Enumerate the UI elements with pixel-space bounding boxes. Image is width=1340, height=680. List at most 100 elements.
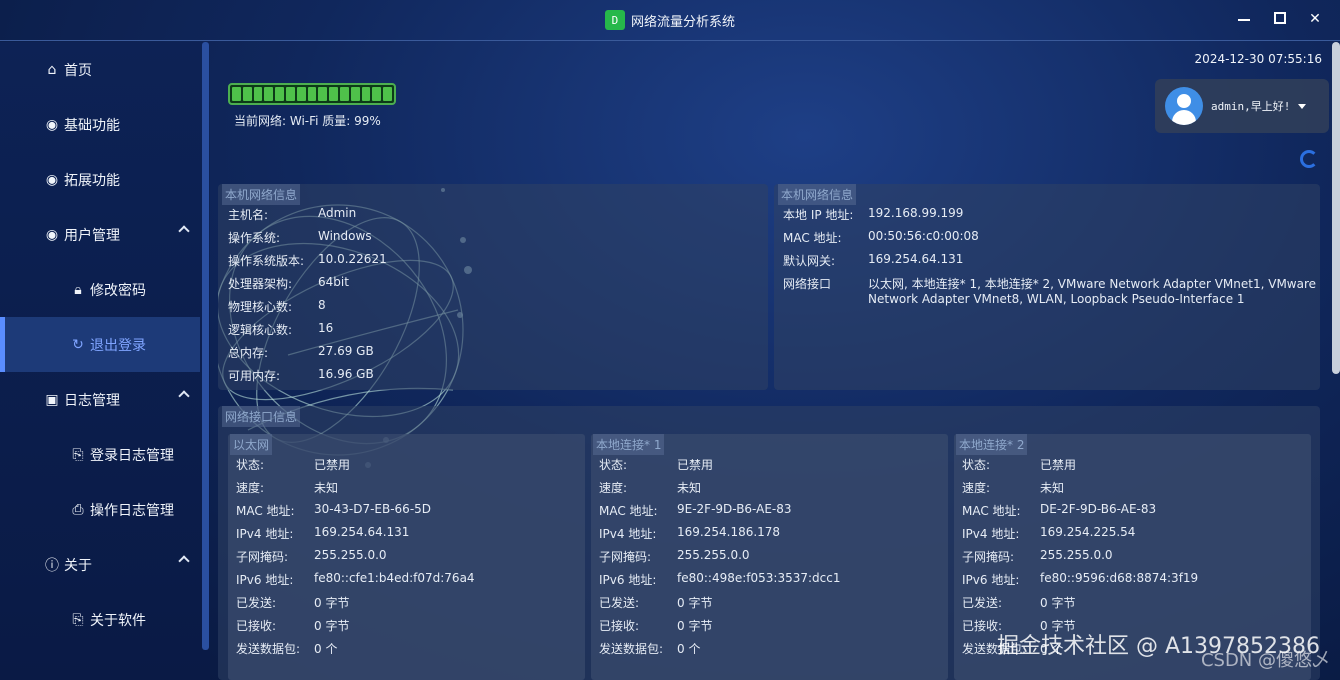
info-row: 发送数据包: 0 个: [236, 640, 337, 657]
info-row: 操作系统版本: 10.0.22621: [228, 252, 387, 269]
home-icon: ⌂: [47, 61, 57, 78]
info-key: 操作系统:: [228, 231, 281, 245]
info-row: IPv4 地址: 169.254.64.131: [236, 525, 409, 542]
sidebar-item-label: 退出登录: [90, 337, 146, 354]
doc-login-icon: ⎘: [72, 611, 84, 628]
info-key: 子网掩码:: [962, 550, 1015, 564]
info-key: 子网掩码:: [599, 550, 652, 564]
user-menu[interactable]: admin,早上好!: [1155, 79, 1329, 133]
sidebar-item-login-log[interactable]: ⎘ 登录日志管理: [0, 427, 200, 482]
info-value: 0 字节: [677, 619, 713, 633]
info-row: 逻辑核心数: 16: [228, 321, 333, 338]
info-key: IPv4 地址:: [962, 527, 1020, 541]
info-row: MAC 地址: 9E-2F-9D-B6-AE-83: [599, 502, 792, 519]
info-value: 0 字节: [677, 596, 713, 610]
sidebar-item-home[interactable]: ⌂ 首页: [0, 42, 200, 97]
info-row: IPv6 地址: fe80::9596:d68:8874:3f19: [962, 571, 1198, 588]
main-scrollbar[interactable]: [1332, 42, 1340, 374]
maximize-button[interactable]: [1274, 12, 1286, 24]
info-value: 已禁用: [314, 458, 351, 472]
info-key: MAC 地址:: [599, 504, 658, 518]
signal-bar-segment: [383, 87, 392, 101]
sidebar-item-log-mgmt[interactable]: ▣ 日志管理: [0, 372, 200, 427]
info-value: 0 个: [314, 642, 338, 656]
info-row: 可用内存: 16.96 GB: [228, 367, 374, 384]
interface-card: 本地连接* 1 状态: 已禁用 速度: 未知 MAC 地址: 9E-2F-9D-B6-AE-…: [591, 434, 948, 680]
info-key: 速度:: [599, 481, 628, 495]
info-value: 0 字节: [1040, 596, 1076, 610]
signal-bar-segment: [350, 87, 360, 101]
info-key: 状态:: [599, 458, 628, 472]
sidebar-item-label: 关于软件: [90, 612, 146, 629]
info-row: 默认网关: 169.254.64.131: [783, 252, 963, 269]
info-value: fe80::9596:d68:8874:3f19: [1040, 571, 1199, 585]
sidebar-item-user-mgmt[interactable]: ◉ 用户管理: [0, 207, 200, 262]
chevron-up-icon: [178, 555, 190, 567]
interface-name: 本地连接* 1: [593, 434, 665, 455]
sidebar-item-label: 修改密码: [90, 282, 146, 299]
sidebar-item-extended[interactable]: ◉ 拓展功能: [0, 152, 200, 207]
info-row: 发送数据包: 0 个: [599, 640, 700, 657]
signal-bar-segment: [339, 87, 349, 101]
info-row: 速度: 未知: [599, 479, 701, 496]
sidebar-item-about[interactable]: ⓘ 关于: [0, 537, 200, 592]
info-value: 30-43-D7-EB-66-5D: [314, 502, 432, 516]
info-value: 8: [318, 298, 326, 312]
app-title: D 网络流量分析系统: [604, 10, 735, 30]
info-value: 192.168.99.199: [868, 206, 964, 220]
info-icon: ⓘ: [45, 557, 59, 574]
sidebar-item-logout[interactable]: ↻ 退出登录: [0, 317, 200, 372]
sidebar-item-change-password[interactable]: 🔒︎ 修改密码: [0, 262, 200, 317]
signal-bar-segment: [372, 87, 382, 101]
info-row: 子网掩码: 255.255.0.0: [599, 548, 750, 565]
info-value: 16: [318, 321, 334, 335]
interface-name: 以太网: [230, 434, 273, 455]
user-greeting: admin,早上好!: [1211, 100, 1291, 113]
sidebar-item-operation-log[interactable]: ⎙ 操作日志管理: [0, 482, 200, 537]
info-key: 处理器架构:: [228, 277, 293, 291]
signal-bar-segment: [264, 87, 274, 101]
signal-bar-segment: [329, 87, 338, 101]
info-key: 可用内存:: [228, 369, 281, 383]
info-row: 总内存: 27.69 GB: [228, 344, 374, 361]
info-row: 已发送: 0 字节: [236, 594, 349, 611]
chevron-up-icon: [178, 225, 190, 237]
info-value: 已禁用: [1040, 458, 1077, 472]
info-row: 速度: 未知: [236, 479, 338, 496]
panel-title: 本机网络信息: [778, 184, 857, 205]
app-logo-icon: D: [604, 10, 625, 30]
info-value: 169.254.186.178: [677, 525, 781, 539]
info-value: 未知: [314, 481, 339, 495]
info-row: 已发送: 0 字节: [962, 594, 1075, 611]
doc-login-icon: ⎘: [72, 446, 84, 463]
info-value: 未知: [677, 481, 702, 495]
info-key: 已发送:: [599, 596, 640, 610]
sidebar-item-basic[interactable]: ◉ 基础功能: [0, 97, 200, 152]
search-doc-icon: ▣: [45, 391, 59, 408]
user-circle-icon: ◉: [45, 116, 59, 133]
info-value: 169.254.64.131: [314, 525, 410, 539]
info-key: 本地 IP 地址:: [783, 208, 854, 222]
info-key: 状态:: [236, 458, 265, 472]
signal-bar-segment: [318, 87, 328, 101]
sidebar-scrollbar[interactable]: [202, 42, 209, 650]
info-key: 已接收:: [599, 619, 640, 633]
sidebar-item-about-software[interactable]: ⎘ 关于软件: [0, 592, 200, 647]
minimize-button[interactable]: [1238, 12, 1252, 26]
signal-strength-bar: [228, 83, 396, 105]
info-row: 状态: 已禁用: [599, 456, 713, 473]
info-key: 子网掩码:: [236, 550, 289, 564]
refresh-icon[interactable]: [1300, 150, 1318, 168]
logout-icon: ↻: [72, 336, 84, 353]
info-key: 操作系统版本:: [228, 254, 305, 268]
info-row: 操作系统: Windows: [228, 229, 372, 246]
info-key: IPv6 地址:: [962, 573, 1020, 587]
close-button[interactable]: ✕: [1308, 12, 1322, 26]
info-value: 0 字节: [314, 596, 350, 610]
sidebar-item-label: 首页: [64, 62, 92, 79]
signal-bar-segment: [307, 87, 317, 101]
info-key: 状态:: [962, 458, 991, 472]
info-row: IPv6 地址: fe80::cfe1:b4ed:f07d:76a4: [236, 571, 475, 588]
avatar: [1165, 87, 1203, 125]
info-value: DE-2F-9D-B6-AE-83: [1040, 502, 1157, 516]
